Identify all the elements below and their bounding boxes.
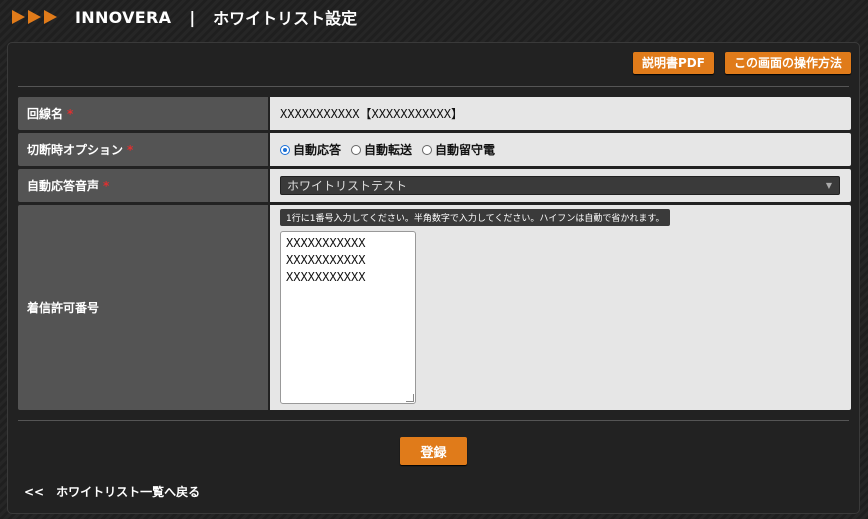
whitelist-form: 回線名 * XXXXXXXXXXX【XXXXXXXXXXX】 切断時オプション * … bbox=[18, 97, 851, 413]
radio-auto-response[interactable]: 自動応答 bbox=[280, 141, 341, 158]
resize-handle-icon[interactable] bbox=[406, 394, 414, 402]
disconnect-option-label: 切断時オプション * bbox=[18, 133, 268, 166]
divider-bottom bbox=[18, 420, 849, 421]
allowed-numbers-textarea[interactable]: XXXXXXXXXXX XXXXXXXXXXX XXXXXXXXXXX bbox=[280, 231, 416, 404]
row-disconnect-option: 切断時オプション * 自動応答 自動転送 自動留守電 bbox=[18, 133, 851, 166]
row-auto-response-voice: 自動応答音声 * ホワイトリストテスト ▼ bbox=[18, 169, 851, 202]
disconnect-option-value: 自動応答 自動転送 自動留守電 bbox=[270, 133, 851, 166]
disconnect-radio-group: 自動応答 自動転送 自動留守電 bbox=[280, 141, 505, 158]
toolbar: 説明書PDF この画面の操作方法 bbox=[633, 52, 851, 74]
radio-unchecked-icon[interactable] bbox=[351, 144, 362, 155]
brand-name: INNOVERA bbox=[75, 7, 172, 27]
chevron-down-icon[interactable]: ▼ bbox=[826, 181, 832, 190]
number-line: XXXXXXXXXXX bbox=[286, 236, 366, 250]
manual-pdf-button[interactable]: 説明書PDF bbox=[633, 52, 714, 74]
radio-auto-forward[interactable]: 自動転送 bbox=[351, 141, 412, 158]
page-title: ホワイトリスト設定 bbox=[213, 9, 358, 28]
app-header: INNOVERA | ホワイトリスト設定 bbox=[0, 0, 868, 34]
required-mark: * bbox=[67, 106, 74, 121]
header-separator: | bbox=[189, 7, 196, 27]
number-line: XXXXXXXXXXX bbox=[286, 253, 366, 267]
main-panel: 説明書PDF この画面の操作方法 回線名 * XXXXXXXXXXX【XXXXXX… bbox=[7, 42, 860, 514]
row-line-name: 回線名 * XXXXXXXXXXX【XXXXXXXXXXX】 bbox=[18, 97, 851, 130]
howto-button[interactable]: この画面の操作方法 bbox=[724, 52, 851, 74]
allowed-numbers-label: 着信許可番号 bbox=[18, 205, 268, 410]
number-line: XXXXXXXXXXX bbox=[286, 270, 366, 284]
back-to-list-link[interactable]: << ホワイトリスト一覧へ戻る bbox=[24, 483, 200, 500]
line-name-label: 回線名 * bbox=[18, 97, 268, 130]
required-mark: * bbox=[127, 142, 134, 157]
input-hint: 1行に1番号入力してください。半角数字で入力してください。ハイフンは自動で省かれ… bbox=[280, 209, 671, 226]
allowed-numbers-value: 1行に1番号入力してください。半角数字で入力してください。ハイフンは自動で省かれ… bbox=[270, 205, 851, 410]
voice-select[interactable]: ホワイトリストテスト ▼ bbox=[280, 176, 840, 195]
auto-response-voice-value: ホワイトリストテスト ▼ bbox=[270, 169, 851, 202]
radio-auto-voicemail[interactable]: 自動留守電 bbox=[422, 141, 495, 158]
required-mark: * bbox=[103, 178, 110, 193]
radio-checked-icon[interactable] bbox=[280, 144, 290, 155]
register-button[interactable]: 登録 bbox=[400, 437, 467, 465]
line-name-value: XXXXXXXXXXX【XXXXXXXXXXX】 bbox=[270, 97, 851, 130]
radio-unchecked-icon[interactable] bbox=[422, 144, 433, 155]
row-allowed-numbers: 着信許可番号 1行に1番号入力してください。半角数字で入力してください。ハイフン… bbox=[18, 205, 851, 410]
auto-response-voice-label: 自動応答音声 * bbox=[18, 169, 268, 202]
divider-top bbox=[18, 86, 849, 87]
play-arrows-icon bbox=[12, 10, 57, 24]
